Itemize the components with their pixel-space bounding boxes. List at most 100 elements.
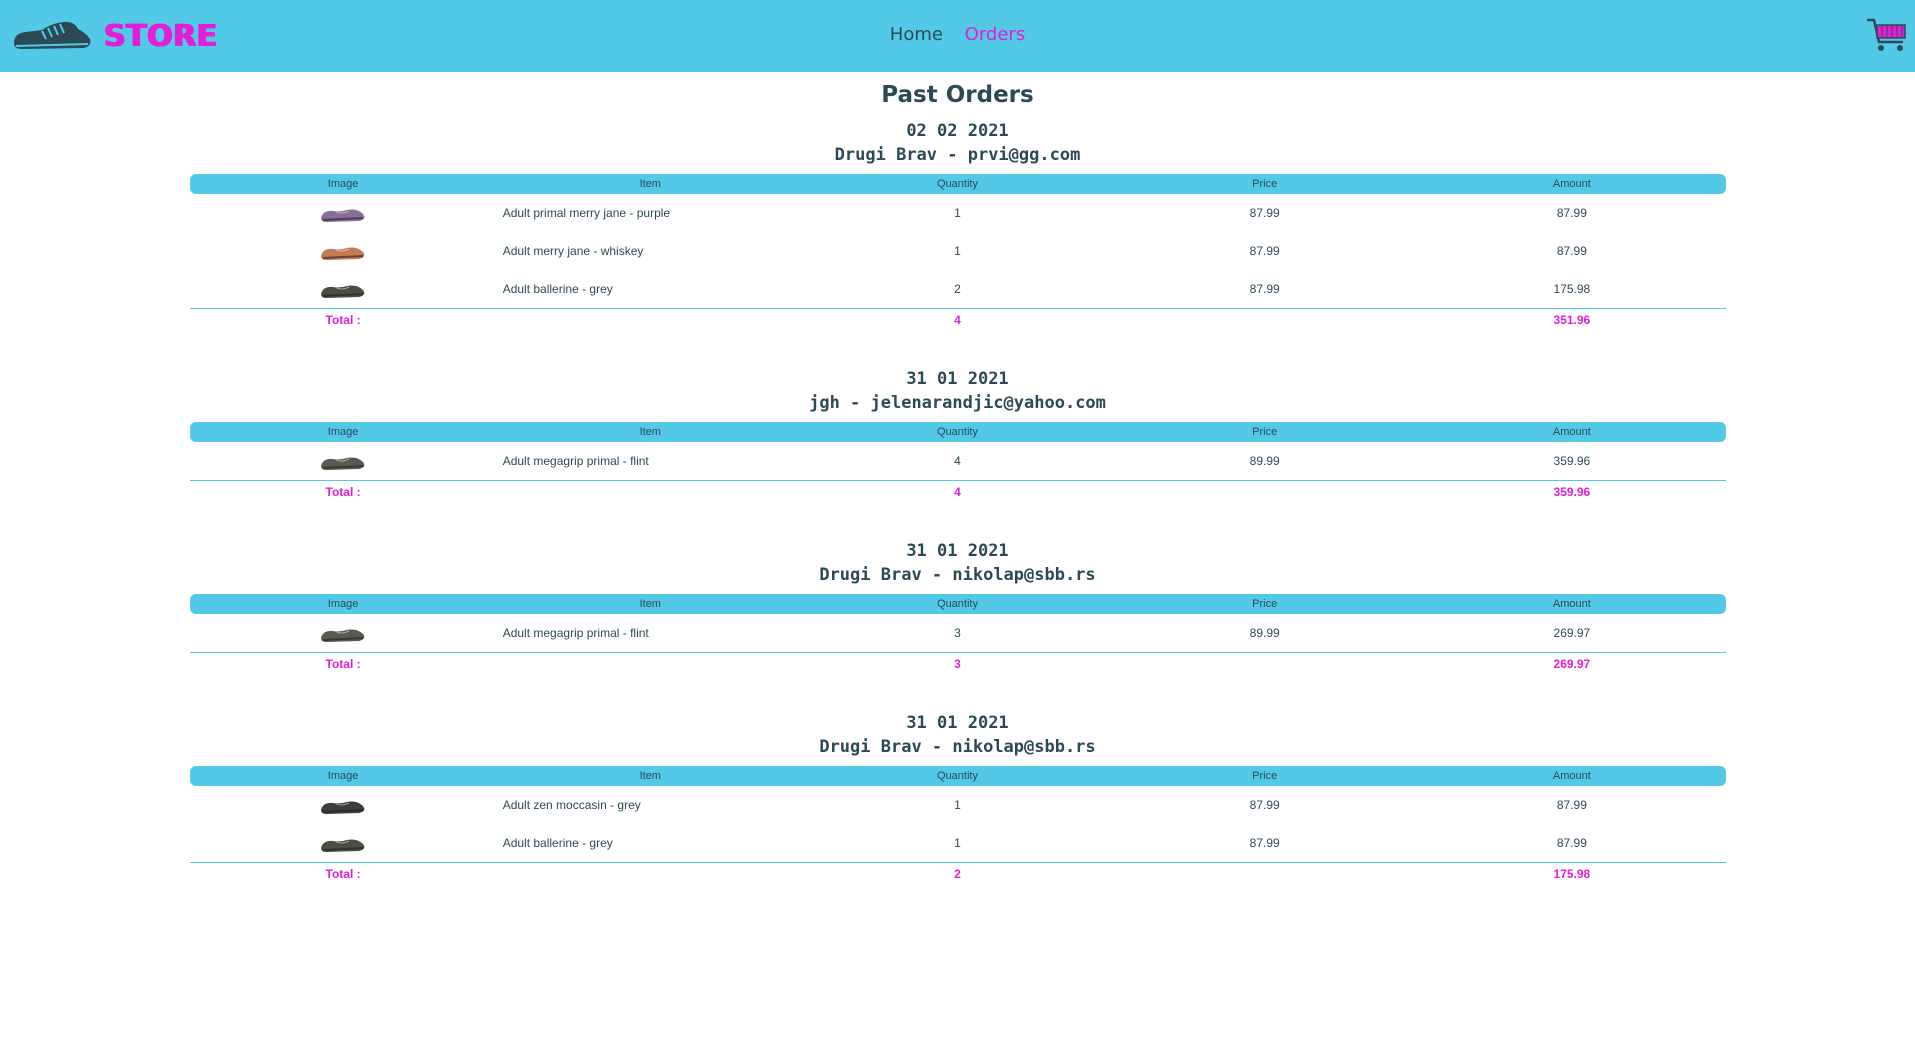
order-table: Image Item Quantity Price Amount Adult primal… — [189, 174, 1726, 331]
header-price: Price — [1111, 594, 1419, 614]
total-quantity: 3 — [803, 652, 1112, 675]
shoe-image — [319, 243, 367, 260]
table-header-row: Image Item Quantity Price Amount — [189, 422, 1726, 442]
header-amount: Amount — [1418, 594, 1726, 614]
total-amount: 175.98 — [1418, 862, 1726, 885]
total-quantity: 4 — [803, 308, 1112, 331]
shoe-image — [319, 625, 367, 642]
total-spacer — [1111, 480, 1419, 503]
product-image — [190, 194, 497, 232]
item-amount: 87.99 — [1556, 798, 1587, 812]
total-label: Total : — [189, 862, 497, 885]
total-spacer — [496, 652, 804, 675]
header-quantity: Quantity — [803, 594, 1112, 614]
header-price: Price — [1111, 422, 1419, 442]
total-spacer — [1111, 308, 1419, 331]
total-spacer — [1111, 652, 1419, 675]
table-row: Adult ballerine - grey 2 87.99 175.98 — [190, 270, 1726, 309]
item-price: 87.99 — [1249, 798, 1280, 812]
table-row: Adult zen moccasin - grey 1 87.99 87.99 — [190, 786, 1726, 824]
header-amount: Amount — [1418, 766, 1726, 786]
item-quantity: 1 — [954, 836, 961, 850]
order-customer: Drugi Brav - nikolap@sbb.rs — [819, 565, 1096, 585]
order-customer: Drugi Brav - nikolap@sbb.rs — [819, 737, 1096, 757]
order-block: 31 01 2021 Drugi Brav - nikolap@sbb.rs Ima… — [189, 711, 1726, 885]
product-image — [190, 786, 497, 824]
total-label: Total : — [189, 480, 497, 503]
order-table: Image Item Quantity Price Amount Adult megagr… — [189, 594, 1726, 675]
item-name: Adult primal merry jane - purple — [502, 206, 671, 220]
orders-list: 02 02 2021 Drugi Brav - prvi@gg.com Image I… — [0, 112, 1915, 885]
table-header-row: Image Item Quantity Price Amount — [189, 174, 1726, 194]
order-date: 31 01 2021 — [906, 369, 1009, 389]
total-spacer — [496, 480, 804, 503]
product-image — [190, 270, 497, 309]
total-quantity: 2 — [803, 862, 1112, 885]
table-row: Adult merry jane - whiskey 1 87.99 87.99 — [190, 232, 1726, 270]
header-image: Image — [189, 766, 497, 786]
header-item: Item — [496, 422, 804, 442]
order-block: 31 01 2021 Drugi Brav - nikolap@sbb.rs Ima… — [189, 539, 1726, 675]
item-price: 89.99 — [1249, 454, 1280, 468]
item-name: Adult zen moccasin - grey — [502, 798, 641, 812]
table-row: Adult ballerine - grey 1 87.99 87.99 — [190, 824, 1726, 863]
item-price: 89.99 — [1249, 626, 1280, 640]
item-name: Adult megagrip primal - flint — [502, 454, 649, 468]
shoe-image — [319, 797, 367, 814]
order-date: 02 02 2021 — [906, 121, 1009, 141]
item-name: Adult megagrip primal - flint — [502, 626, 649, 640]
item-price: 87.99 — [1249, 206, 1280, 220]
header-item: Item — [496, 766, 804, 786]
item-quantity: 4 — [954, 454, 961, 468]
header-price: Price — [1111, 174, 1419, 194]
item-quantity: 1 — [954, 244, 961, 258]
item-quantity: 2 — [954, 282, 961, 296]
order-block: 31 01 2021 jgh - jelenarandjic@yahoo.com I… — [189, 367, 1726, 503]
total-spacer — [496, 862, 804, 885]
top-navbar: STORE Home Orders — [0, 0, 1915, 72]
item-name: Adult ballerine - grey — [502, 836, 613, 850]
header-price: Price — [1111, 766, 1419, 786]
item-amount: 87.99 — [1556, 244, 1587, 258]
total-amount: 269.97 — [1418, 652, 1726, 675]
nav-links: Home Orders — [0, 24, 1915, 45]
header-quantity: Quantity — [803, 422, 1112, 442]
total-quantity: 4 — [803, 480, 1112, 503]
header-item: Item — [496, 594, 804, 614]
shoe-image — [319, 835, 367, 852]
header-quantity: Quantity — [803, 174, 1112, 194]
item-name: Adult merry jane - whiskey — [502, 244, 644, 258]
order-customer: jgh - jelenarandjic@yahoo.com — [809, 393, 1106, 413]
header-image: Image — [189, 594, 497, 614]
order-table: Image Item Quantity Price Amount Adult megagr… — [189, 422, 1726, 503]
nav-orders-link[interactable]: Orders — [965, 24, 1026, 45]
item-quantity: 1 — [954, 798, 961, 812]
item-amount: 87.99 — [1556, 836, 1587, 850]
item-price: 87.99 — [1249, 836, 1280, 850]
product-image — [190, 232, 497, 270]
item-quantity: 1 — [954, 206, 961, 220]
total-spacer — [1111, 862, 1419, 885]
shoe-image — [319, 453, 367, 470]
table-row: Adult megagrip primal - flint 4 89.99 359.9… — [190, 442, 1726, 481]
nav-home-link[interactable]: Home — [890, 24, 943, 45]
item-quantity: 3 — [954, 626, 961, 640]
table-row: Adult primal merry jane - purple 1 87.99 87… — [190, 194, 1726, 232]
product-image — [190, 442, 497, 481]
total-row: Total : 3 269.97 — [189, 652, 1726, 675]
total-row: Total : 2 175.98 — [189, 862, 1726, 885]
page-title: Past Orders — [881, 82, 1034, 108]
item-amount: 269.97 — [1553, 626, 1591, 640]
shoe-image — [319, 281, 367, 298]
shopping-cart-icon[interactable] — [1865, 16, 1909, 54]
product-image — [190, 824, 497, 863]
product-image — [190, 614, 497, 653]
item-amount: 359.96 — [1553, 454, 1591, 468]
table-row: Adult megagrip primal - flint 3 89.99 269.9… — [190, 614, 1726, 653]
total-amount: 351.96 — [1418, 308, 1726, 331]
header-item: Item — [496, 174, 804, 194]
total-spacer — [496, 308, 804, 331]
total-label: Total : — [189, 308, 497, 331]
header-amount: Amount — [1418, 422, 1726, 442]
table-header-row: Image Item Quantity Price Amount — [189, 594, 1726, 614]
